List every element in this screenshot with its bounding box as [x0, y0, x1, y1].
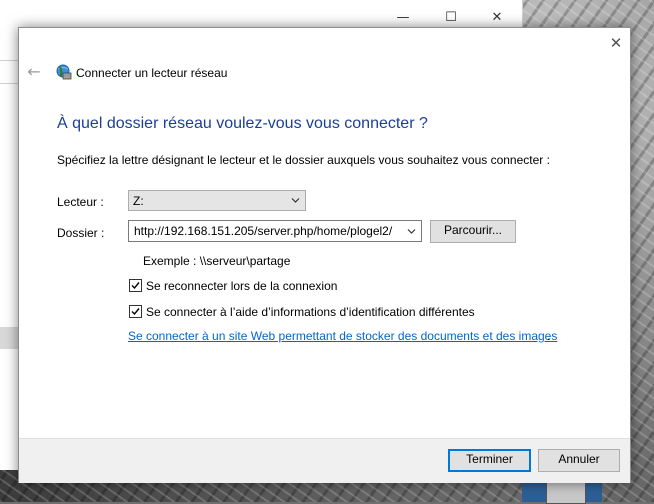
browse-button[interactable]: Parcourir... — [430, 220, 516, 243]
background-close-button[interactable]: ✕ — [474, 8, 520, 28]
instruction-text: Spécifiez la lettre désignant le lecteur… — [57, 153, 550, 167]
folder-input[interactable]: http://192.168.151.205/server.php/home/p… — [128, 220, 422, 242]
reconnect-label[interactable]: Se reconnecter lors de la connexion — [146, 279, 337, 293]
credentials-label[interactable]: Se connecter à l’aide d’informations d’i… — [146, 305, 475, 319]
finish-button[interactable]: Terminer — [448, 449, 531, 472]
maximize-button[interactable]: ☐ — [428, 8, 474, 28]
chevron-down-icon[interactable] — [407, 227, 416, 236]
network-drive-icon — [54, 63, 72, 81]
folder-input-value: http://192.168.151.205/server.php/home/p… — [134, 224, 393, 238]
drive-label: Lecteur : — [57, 195, 104, 209]
dialog-footer: Terminer Annuler — [19, 438, 630, 483]
browse-button-label: Parcourir... — [443, 223, 503, 237]
example-text: Exemple : \\serveur\partage — [143, 254, 291, 268]
wizard-title: Connecter un lecteur réseau — [76, 66, 228, 80]
page-heading: À quel dossier réseau voulez-vous vous c… — [57, 115, 428, 132]
drive-select-value: Z: — [133, 194, 144, 208]
cancel-button-label: Annuler — [558, 452, 600, 466]
folder-label: Dossier : — [57, 226, 105, 240]
map-network-drive-dialog: ✕ ← Connecter un lecteur réseau À quel d… — [18, 27, 631, 483]
chevron-down-icon — [291, 198, 300, 203]
website-storage-link[interactable]: Se connecter à un site Web permettant de… — [128, 329, 557, 343]
reconnect-checkbox[interactable] — [129, 279, 142, 292]
background-selected-strip — [0, 327, 18, 349]
back-arrow-icon[interactable]: ← — [25, 63, 43, 81]
credentials-checkbox[interactable] — [129, 305, 142, 318]
close-icon[interactable]: ✕ — [607, 34, 625, 52]
minimize-button[interactable]: — — [380, 8, 426, 28]
background-address-strip — [0, 60, 18, 84]
link-period: . — [547, 329, 551, 343]
checkmark-icon — [131, 282, 140, 290]
cancel-button[interactable]: Annuler — [538, 449, 620, 472]
finish-button-label: Terminer — [466, 452, 513, 466]
checkmark-icon — [131, 308, 140, 316]
drive-select[interactable]: Z: — [128, 190, 306, 211]
